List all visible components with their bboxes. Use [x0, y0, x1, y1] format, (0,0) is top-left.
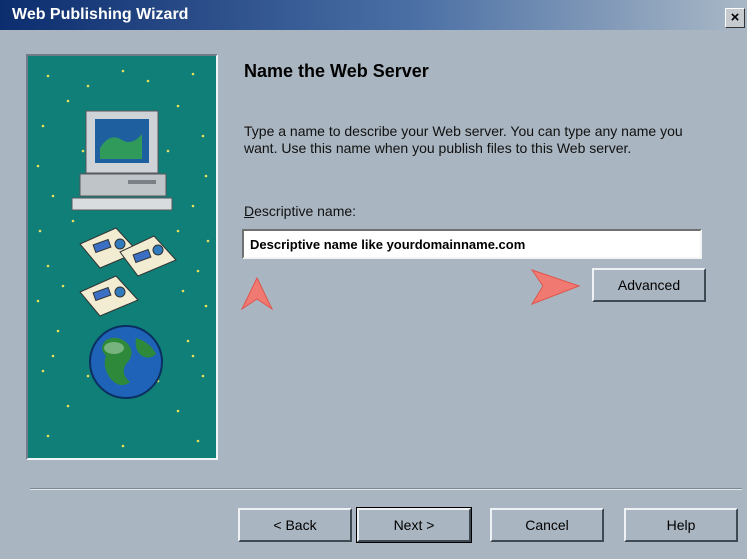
cancel-button[interactable]: Cancel [490, 508, 604, 542]
annotation-arrow-right-icon [530, 269, 581, 305]
footer-separator [30, 488, 742, 490]
cancel-button-label: Cancel [525, 517, 569, 533]
page-description: Type a name to describe your Web server.… [244, 123, 683, 156]
next-button[interactable]: Next > [356, 507, 472, 543]
annotation-arrow-up-icon [240, 276, 274, 311]
descriptive-name-input[interactable] [242, 229, 702, 259]
close-button[interactable]: × [725, 8, 745, 28]
label-text: escriptive name: [254, 203, 357, 219]
wizard-illustration [26, 54, 218, 460]
window-title: Web Publishing Wizard [12, 6, 189, 23]
back-button[interactable]: < Back [238, 508, 352, 542]
help-button[interactable]: Help [624, 508, 738, 542]
next-button-label: Next > [393, 517, 435, 533]
illustration-art [36, 69, 210, 448]
page-heading: Name the Web Server [244, 61, 429, 81]
advanced-button[interactable]: Advanced [592, 268, 706, 302]
label-access-key: D [244, 203, 255, 219]
help-button-label: Help [666, 517, 696, 533]
title-bar: Web Publishing Wizard × [0, 0, 747, 30]
back-button-label: < Back [273, 517, 317, 533]
descriptive-name-label: Descriptive name: [244, 203, 356, 219]
advanced-button-label: Advanced [617, 277, 681, 293]
